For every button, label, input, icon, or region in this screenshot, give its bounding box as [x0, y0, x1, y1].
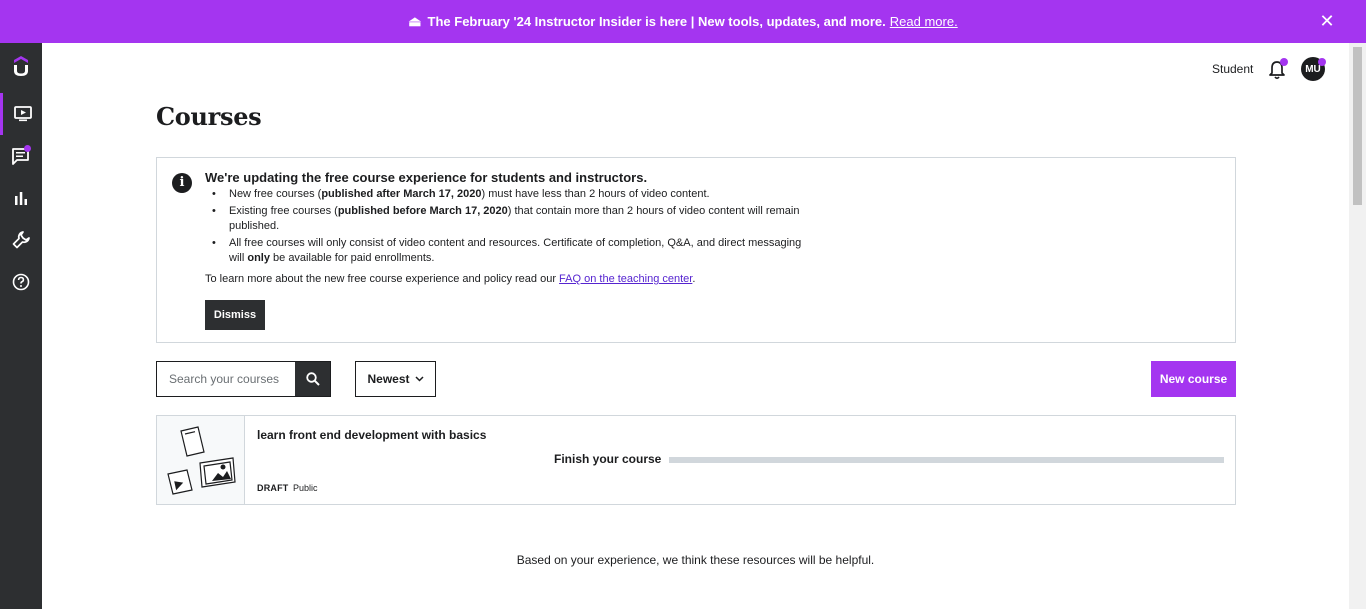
course-placeholder-icon [167, 426, 236, 495]
policy-notice: i We're updating the free course experie… [156, 157, 1236, 343]
notice-bullet: New free courses (published after March … [205, 187, 805, 202]
sort-label: Newest [367, 372, 410, 386]
course-visibility: Public [293, 483, 318, 493]
course-card[interactable]: learn front end development with basics … [156, 415, 1236, 505]
scrollbar[interactable] [1349, 43, 1366, 609]
new-course-button[interactable]: New course [1151, 361, 1236, 397]
left-sidebar [0, 43, 42, 609]
sidebar-item-communication[interactable] [0, 135, 42, 177]
notice-bullet: All free courses will only consist of vi… [205, 236, 805, 266]
notice-list: New free courses (published after March … [205, 187, 805, 268]
info-icon: i [172, 173, 192, 193]
avatar-badge-icon [1318, 58, 1326, 66]
banner-text: The February '24 Instructor Insider is h… [427, 14, 886, 29]
tv-play-icon [13, 106, 32, 122]
search-icon [305, 372, 320, 386]
student-view-link[interactable]: Student [1212, 62, 1253, 76]
megaphone-icon: ⏏ [408, 13, 422, 29]
udemy-logo-icon[interactable] [11, 56, 31, 78]
wrench-icon [12, 231, 30, 249]
notice-bullet: Existing free courses (published before … [205, 204, 805, 234]
notice-heading: We're updating the free course experienc… [205, 170, 648, 185]
close-icon[interactable]: ✕ [1318, 12, 1336, 30]
scrollbar-thumb[interactable] [1353, 47, 1362, 205]
notification-badge-icon [24, 145, 31, 152]
course-status-badge: DRAFT [257, 483, 289, 493]
faq-link[interactable]: FAQ on the teaching center [559, 273, 692, 285]
sidebar-item-help[interactable] [0, 261, 42, 303]
helpful-resources-text: Based on your experience, we think these… [516, 553, 875, 567]
search-input[interactable] [157, 362, 295, 396]
notice-faq-text: To learn more about the new free course … [205, 273, 696, 285]
sidebar-item-performance[interactable] [0, 177, 42, 219]
announcement-banner: ⏏ The February '24 Instructor Insider is… [0, 0, 1366, 43]
sort-dropdown[interactable]: Newest [355, 361, 436, 397]
help-icon [12, 273, 30, 291]
course-search [156, 361, 331, 397]
course-title: learn front end development with basics [257, 428, 487, 442]
course-progress-bar [669, 457, 1224, 463]
page-title: Courses [156, 102, 262, 131]
notification-badge-icon [1280, 58, 1288, 66]
bar-chart-icon [15, 192, 27, 205]
chevron-down-icon [414, 376, 424, 382]
sidebar-item-tools[interactable] [0, 219, 42, 261]
search-button[interactable] [295, 362, 330, 396]
finish-course-label: Finish your course [554, 452, 662, 466]
sidebar-item-courses[interactable] [0, 93, 42, 135]
dismiss-button[interactable]: Dismiss [205, 300, 265, 330]
course-thumbnail [157, 416, 245, 504]
banner-read-more-link[interactable]: Read more. [890, 14, 958, 29]
